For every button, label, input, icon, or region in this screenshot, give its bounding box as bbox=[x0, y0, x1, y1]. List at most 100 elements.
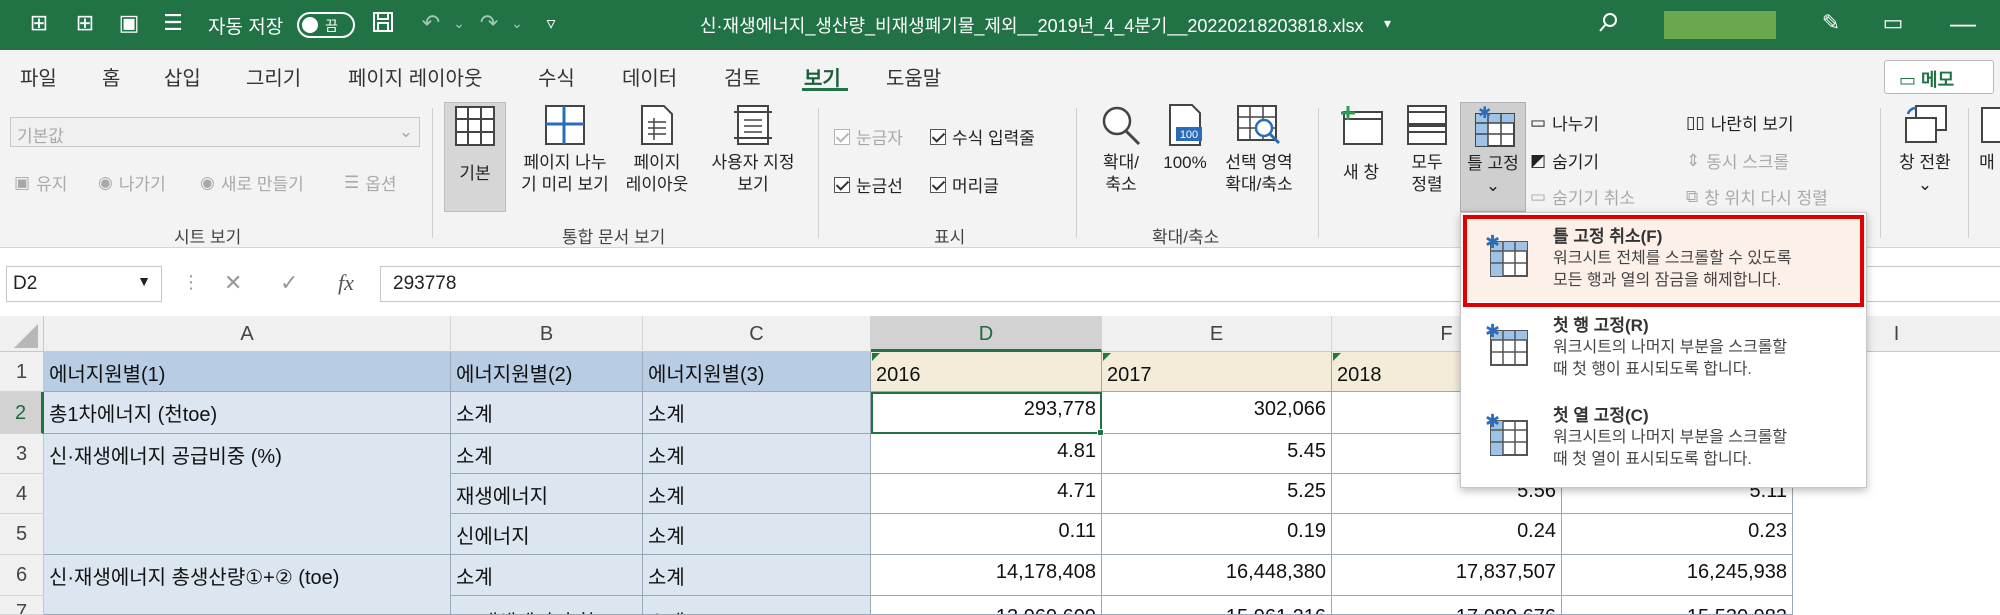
column-header-c[interactable]: C bbox=[643, 316, 871, 352]
cell-d6[interactable]: 14,178,408 bbox=[871, 555, 1102, 596]
cell-c6[interactable]: 소계 bbox=[643, 555, 871, 596]
headings-checkbox[interactable]: 머리글 bbox=[930, 172, 999, 197]
menu-item-freeze-top-row[interactable]: ✱ 첫 행 고정(R) 워크시트의 나머지 부분을 스크롤할 때 첫 행이 표시되… bbox=[1461, 303, 1866, 391]
lines-icon[interactable]: ☰ bbox=[160, 10, 186, 36]
cell-g7[interactable]: 15,530,983 bbox=[1562, 596, 1793, 615]
tab-file[interactable]: 파일 bbox=[20, 62, 57, 91]
select-all-corner[interactable] bbox=[0, 316, 44, 352]
normal-view-button[interactable]: 기본 bbox=[444, 102, 506, 212]
cell-b3[interactable]: 소계 bbox=[451, 434, 643, 474]
cell-f5[interactable]: 0.24 bbox=[1332, 514, 1562, 555]
cancel-icon[interactable]: ✕ bbox=[224, 270, 242, 296]
keep-button[interactable]: ▣ 유지 bbox=[14, 170, 67, 195]
tab-insert[interactable]: 삽입 bbox=[164, 62, 201, 91]
cell-e2[interactable]: 302,066 bbox=[1102, 392, 1332, 434]
tab-data[interactable]: 데이터 bbox=[622, 62, 677, 91]
autosave-toggle[interactable]: 끔 bbox=[297, 12, 355, 38]
freeze-panes-button[interactable]: ✱ 틀 고정 ⌄ bbox=[1460, 102, 1526, 212]
memo-button[interactable]: ▭ 메모 bbox=[1884, 60, 1994, 94]
cell-e3[interactable]: 5.45 bbox=[1102, 434, 1332, 474]
reset-window-position-button[interactable]: ⧉ 창 위치 다시 정렬 bbox=[1686, 184, 1828, 209]
save-icon[interactable] bbox=[370, 10, 396, 36]
tab-help[interactable]: 도움말 bbox=[886, 62, 941, 91]
insert-function-icon[interactable]: fx bbox=[338, 270, 354, 296]
cell-d3[interactable]: 4.81 bbox=[871, 434, 1102, 474]
tab-review[interactable]: 검토 bbox=[724, 62, 761, 91]
sync-scroll-button[interactable]: ⇕ 동시 스크롤 bbox=[1686, 148, 1789, 173]
tab-draw[interactable]: 그리기 bbox=[246, 62, 301, 91]
cell-g5[interactable]: 0.23 bbox=[1562, 514, 1793, 555]
cell-a2[interactable]: 총1차에너지 (천toe) bbox=[44, 392, 451, 434]
cell-c3[interactable]: 소계 bbox=[643, 434, 871, 474]
cell-a3[interactable]: 신·재생에너지 공급비중 (%) bbox=[44, 434, 451, 555]
enter-icon[interactable]: ✓ bbox=[280, 270, 298, 296]
column-header-e[interactable]: E bbox=[1102, 316, 1332, 352]
view-side-by-side-button[interactable]: ▯▯ 나란히 보기 bbox=[1686, 110, 1794, 135]
macros-button[interactable]: 매 bbox=[1974, 102, 2000, 174]
row-header-1[interactable]: 1 bbox=[0, 352, 44, 392]
pen-icon[interactable]: ✎ bbox=[1818, 10, 1844, 36]
options-button[interactable]: ☰ 옵션 bbox=[344, 170, 397, 195]
cell-e6[interactable]: 16,448,380 bbox=[1102, 555, 1332, 596]
cell-c4[interactable]: 소계 bbox=[643, 474, 871, 514]
cell-c7[interactable]: 소계 bbox=[643, 596, 871, 615]
row-header-6[interactable]: 6 bbox=[0, 555, 44, 596]
cell-e7[interactable]: 15,961,216 bbox=[1102, 596, 1332, 615]
minimize-icon[interactable]: — bbox=[1950, 10, 1976, 36]
cell-b2[interactable]: 소계 bbox=[451, 392, 643, 434]
zoom-100-button[interactable]: 100 100% bbox=[1158, 102, 1212, 174]
row-header-5[interactable]: 5 bbox=[0, 514, 44, 555]
formula-bar-checkbox[interactable]: 수식 입력줄 bbox=[930, 124, 1035, 149]
tab-page-layout[interactable]: 페이지 레이아웃 bbox=[348, 62, 482, 91]
redo-dropdown-icon[interactable]: ⌄ bbox=[504, 10, 530, 36]
cell-b5[interactable]: 신에너지 bbox=[451, 514, 643, 555]
excel-app-icon[interactable]: ⊞ bbox=[26, 10, 52, 36]
more-options-icon[interactable]: ⋮ bbox=[182, 272, 200, 293]
cell-e4[interactable]: 5.25 bbox=[1102, 474, 1332, 514]
cell-f6[interactable]: 17,837,507 bbox=[1332, 555, 1562, 596]
tab-formulas[interactable]: 수식 bbox=[538, 62, 575, 91]
arrange-all-button[interactable]: 모두 정렬 bbox=[1396, 102, 1458, 196]
cell-c5[interactable]: 소계 bbox=[643, 514, 871, 555]
search-icon[interactable] bbox=[1596, 10, 1622, 36]
tab-home[interactable]: 홈 bbox=[102, 62, 120, 91]
exit-button[interactable]: ◉ 나가기 bbox=[98, 170, 166, 195]
new-window-button[interactable]: 새 창 bbox=[1330, 102, 1392, 184]
cell-e5[interactable]: 0.19 bbox=[1102, 514, 1332, 555]
cell-b6[interactable]: 소계 bbox=[451, 555, 643, 596]
cell-c2[interactable]: 소계 bbox=[643, 392, 871, 434]
cell-a1[interactable]: 에너지원별(1) bbox=[44, 352, 451, 392]
new-sheet-view-button[interactable]: ◉ 새로 만들기 bbox=[200, 170, 304, 195]
ribbon-display-icon[interactable]: ▭ bbox=[1880, 10, 1906, 36]
frame-icon[interactable]: ▣ bbox=[116, 10, 142, 36]
menu-item-freeze-first-column[interactable]: ✱ 첫 열 고정(C) 워크시트의 나머지 부분을 스크롤할 때 첫 열이 표시되… bbox=[1461, 393, 1866, 481]
gridlines-checkbox[interactable]: 눈금선 bbox=[834, 172, 903, 197]
name-box[interactable]: D2 ▼ bbox=[6, 266, 162, 302]
redo-icon[interactable]: ↷ bbox=[476, 10, 502, 36]
split-button[interactable]: ▭ 나누기 bbox=[1530, 110, 1599, 135]
page-layout-button[interactable]: 페이지 레이아웃 bbox=[622, 102, 692, 196]
sheet-view-dropdown[interactable]: 기본값 ⌄ bbox=[10, 117, 420, 147]
switch-windows-button[interactable]: 창 전환 ⌄ bbox=[1888, 102, 1962, 196]
cell-b1[interactable]: 에너지원별(2) bbox=[451, 352, 643, 392]
cell-d4[interactable]: 4.71 bbox=[871, 474, 1102, 514]
ruler-checkbox[interactable]: 눈금자 bbox=[834, 124, 903, 149]
unhide-button[interactable]: ▭ 숨기기 취소 bbox=[1530, 184, 1635, 209]
undo-dropdown-icon[interactable]: ⌄ bbox=[446, 10, 472, 36]
row-header-4[interactable]: 4 bbox=[0, 474, 44, 514]
column-header-b[interactable]: B bbox=[451, 316, 643, 352]
undo-icon[interactable]: ↶ bbox=[418, 10, 444, 36]
cell-g6[interactable]: 16,245,938 bbox=[1562, 555, 1793, 596]
cell-b4[interactable]: 재생에너지 bbox=[451, 474, 643, 514]
account-area[interactable] bbox=[1664, 11, 1776, 39]
cell-e1[interactable]: 2017 bbox=[1102, 352, 1332, 392]
cell-d1[interactable]: 2016 bbox=[871, 352, 1102, 392]
cell-d5[interactable]: 0.11 bbox=[871, 514, 1102, 555]
tab-view[interactable]: 보기 bbox=[804, 62, 841, 91]
row-header-7[interactable]: 7 bbox=[0, 596, 44, 615]
column-header-d[interactable]: D bbox=[871, 316, 1102, 352]
cell-c1[interactable]: 에너지원별(3) bbox=[643, 352, 871, 392]
cell-f7[interactable]: 17,080,676 bbox=[1332, 596, 1562, 615]
cell-a6[interactable]: 신·재생에너지 총생산량①+② (toe) bbox=[44, 555, 451, 615]
row-header-3[interactable]: 3 bbox=[0, 434, 44, 474]
